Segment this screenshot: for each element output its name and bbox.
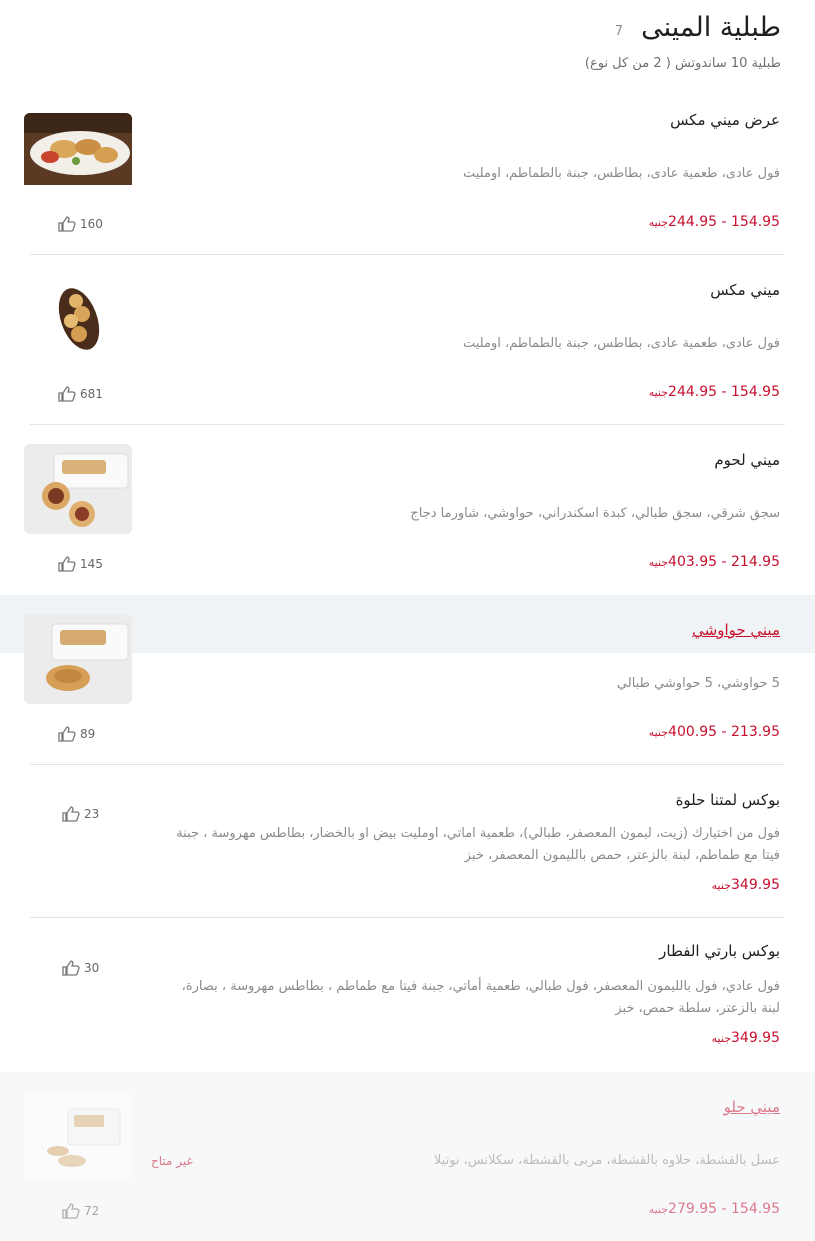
thumbs-up-icon[interactable]: [62, 806, 80, 822]
item-count: 7: [614, 24, 623, 39]
currency-label: جنيه: [648, 556, 669, 569]
currency-label: جنيه: [711, 1032, 731, 1045]
like-count: 145: [80, 557, 103, 571]
currency-label: جنيه: [648, 1203, 669, 1216]
like-count: 30: [84, 961, 100, 975]
thumbs-up-icon[interactable]: [62, 1203, 80, 1219]
item-price: 154.95 - 244.95جنيه: [649, 214, 780, 230]
price-value: 349.95: [731, 1030, 780, 1046]
item-name[interactable]: ميني حواوشي: [692, 621, 780, 639]
like-count: 89: [80, 727, 96, 741]
item-description: عسل بالقشطة، حلاوه بالقشطة، مربى بالقشطة…: [433, 1153, 780, 1168]
thumbs-up-icon[interactable]: [58, 216, 76, 232]
item-price: 214.95 - 403.95جنيه: [649, 554, 780, 570]
like-counter[interactable]: 681: [58, 386, 103, 402]
menu-item[interactable]: ميني حواوشي 5 حواوشي، 5 حواوشي طبالي 213…: [0, 595, 815, 765]
like-count: 160: [80, 217, 103, 231]
menu-item[interactable]: ميني حلو عسل بالقشطة، حلاوه بالقشطة، مرب…: [0, 1072, 815, 1241]
item-description: فول عادى، طعمية عادى، بطاطس، جبنة بالطما…: [462, 336, 780, 351]
item-description: سجق شرقي، سجق طبالي، كبدة اسكندراني، حوا…: [410, 506, 780, 521]
like-counter[interactable]: 160: [58, 216, 103, 232]
menu-item[interactable]: بوكس بارتي الفطار فول عادي، فول بالليمون…: [0, 918, 815, 1072]
item-image[interactable]: [24, 277, 132, 367]
item-price: 349.95جنيه: [712, 877, 780, 893]
item-name[interactable]: عرض ميني مكس: [670, 111, 780, 129]
unavailable-badge: غير متاح: [151, 1154, 193, 1168]
category-subtitle: طبلية 10 ساندوتش ( 2 من كل نوع): [584, 56, 781, 71]
price-value: 349.95: [731, 877, 780, 893]
currency-label: جنيه: [648, 216, 669, 229]
item-name[interactable]: بوكس بارتي الفطار: [659, 942, 780, 960]
menu-item[interactable]: بوكس لمتنا حلوة فول من اختيارك (زيت، ليم…: [0, 765, 815, 918]
like-count: 23: [84, 807, 100, 821]
price-range: 154.95 - 279.95: [668, 1201, 780, 1217]
like-counter[interactable]: 23: [62, 806, 99, 822]
item-name[interactable]: ميني لحوم: [714, 451, 780, 469]
item-name[interactable]: ميني حلو: [724, 1098, 780, 1116]
price-range: 154.95 - 244.95: [668, 214, 780, 230]
like-counter[interactable]: 89: [58, 726, 95, 742]
item-price: 154.95 - 244.95جنيه: [649, 384, 780, 400]
item-description: فول من اختيارك (زيت، ليمون المعصفر، طبال…: [176, 826, 780, 863]
category-header: طبلية المينى 7 طبلية 10 ساندوتش ( 2 من ك…: [0, 0, 815, 95]
price-range: 154.95 - 244.95: [668, 384, 780, 400]
menu-item[interactable]: ميني مكس فول عادى، طعمية عادى، بطاطس، جب…: [0, 255, 815, 425]
currency-label: جنيه: [648, 726, 669, 739]
like-counter[interactable]: 145: [58, 556, 103, 572]
category-title: طبلية المينى: [641, 12, 781, 43]
currency-label: جنيه: [711, 879, 731, 892]
menu-item[interactable]: ميني لحوم سجق شرقي، سجق طبالي، كبدة اسكن…: [0, 425, 815, 595]
thumbs-up-icon[interactable]: [62, 960, 80, 976]
like-count: 681: [80, 387, 103, 401]
item-description: فول عادي، فول بالليمون المعصفر، فول طبال…: [181, 979, 780, 1016]
item-price: 213.95 - 400.95جنيه: [649, 724, 780, 740]
item-image[interactable]: [24, 1091, 132, 1181]
currency-label: جنيه: [648, 386, 669, 399]
item-price: 349.95جنيه: [712, 1030, 780, 1046]
thumbs-up-icon[interactable]: [58, 726, 76, 742]
like-counter[interactable]: 30: [62, 960, 99, 976]
thumbs-up-icon[interactable]: [58, 556, 76, 572]
item-image[interactable]: [24, 614, 132, 704]
item-name[interactable]: بوكس لمتنا حلوة: [676, 791, 780, 809]
item-image[interactable]: [24, 444, 132, 534]
menu-item[interactable]: عرض ميني مكس فول عادى، طعمية عادى، بطاطس…: [0, 95, 815, 255]
item-name[interactable]: ميني مكس: [710, 281, 780, 299]
item-price: 154.95 - 279.95جنيه: [649, 1201, 780, 1217]
like-count: 72: [84, 1204, 100, 1218]
price-range: 213.95 - 400.95: [668, 724, 780, 740]
price-range: 214.95 - 403.95: [668, 554, 780, 570]
item-description: فول عادى، طعمية عادى، بطاطس، جبنة بالطما…: [462, 166, 780, 181]
item-description: 5 حواوشي، 5 حواوشي طبالي: [616, 676, 780, 691]
like-counter[interactable]: 72: [62, 1203, 99, 1219]
thumbs-up-icon[interactable]: [58, 386, 76, 402]
item-image[interactable]: [24, 113, 132, 203]
